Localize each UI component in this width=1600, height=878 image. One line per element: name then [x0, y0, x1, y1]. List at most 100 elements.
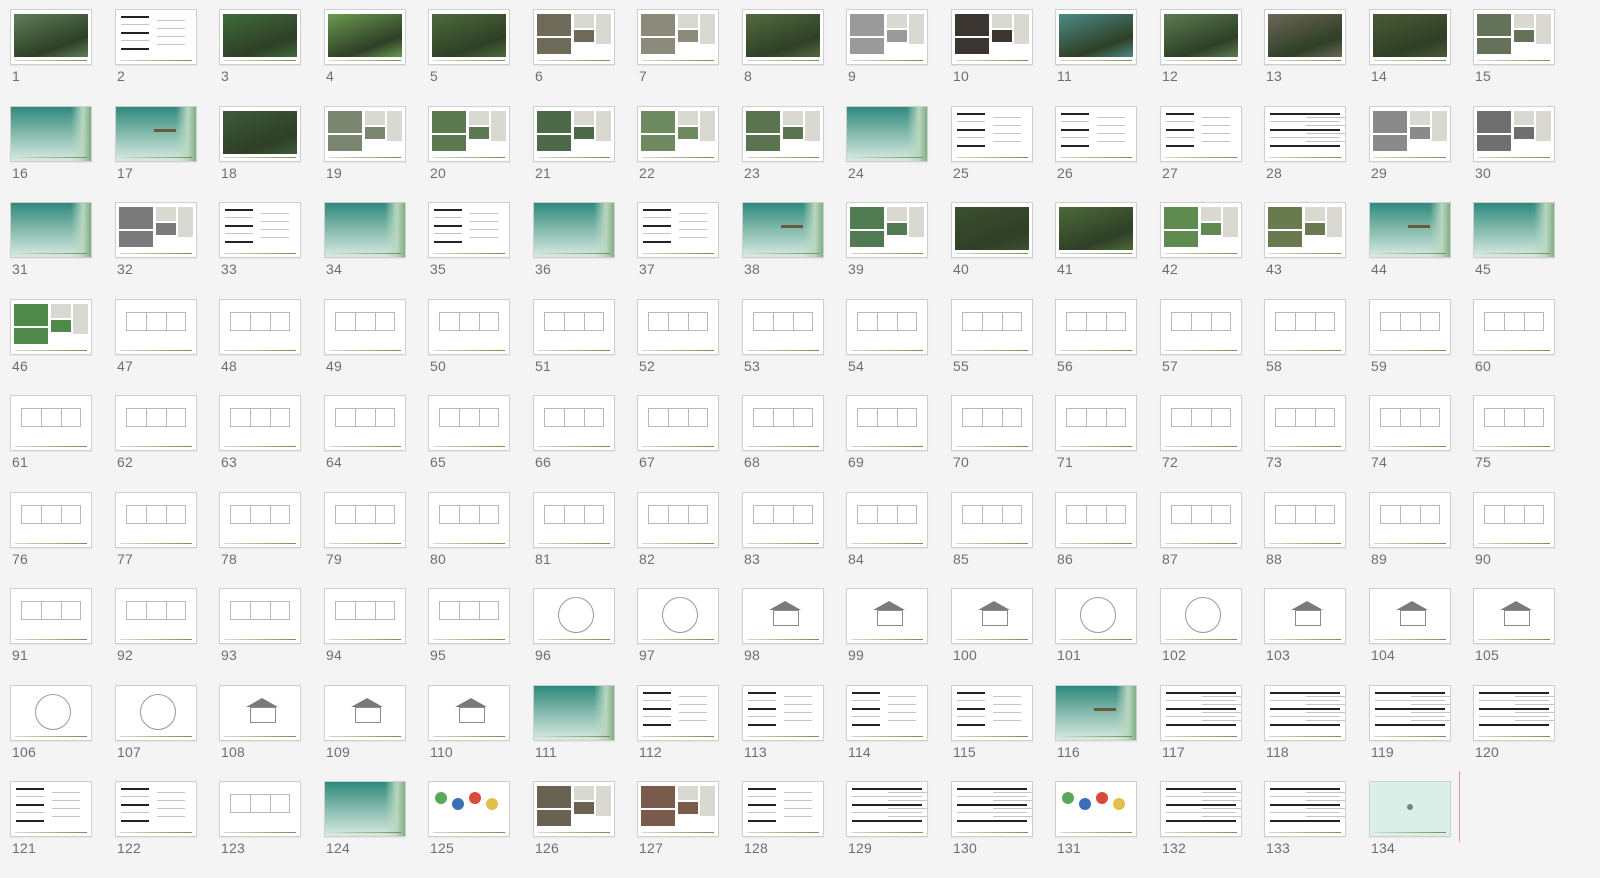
slide-preview[interactable]	[951, 106, 1033, 162]
slide-preview[interactable]	[1160, 588, 1242, 644]
slide-thumbnail[interactable]: 45	[1473, 202, 1555, 277]
slide-preview[interactable]	[1055, 202, 1137, 258]
slide-preview[interactable]	[115, 781, 197, 837]
slide-preview[interactable]	[637, 588, 719, 644]
slide-preview[interactable]	[742, 781, 824, 837]
slide-preview[interactable]	[10, 395, 92, 451]
slide-thumbnail[interactable]: 100	[951, 588, 1033, 663]
slide-preview[interactable]	[846, 492, 928, 548]
slide-preview[interactable]	[742, 588, 824, 644]
slide-thumbnail[interactable]: 1	[10, 9, 92, 84]
slide-thumbnail[interactable]: 8	[742, 9, 824, 84]
slide-thumbnail[interactable]: 11	[1055, 9, 1137, 84]
slide-thumbnail[interactable]: 118	[1264, 685, 1346, 760]
slide-thumbnail[interactable]: 104	[1369, 588, 1451, 663]
slide-preview[interactable]	[428, 299, 510, 355]
slide-preview[interactable]	[115, 106, 197, 162]
slide-thumbnail[interactable]: 6	[533, 9, 615, 84]
slide-preview[interactable]	[637, 299, 719, 355]
slide-preview[interactable]	[1473, 106, 1555, 162]
slide-preview[interactable]	[846, 299, 928, 355]
slide-thumbnail[interactable]: 52	[637, 299, 719, 374]
slide-thumbnail[interactable]: 4	[324, 9, 406, 84]
slide-preview[interactable]	[846, 588, 928, 644]
slide-thumbnail[interactable]: 102	[1160, 588, 1242, 663]
slide-thumbnail[interactable]: 126	[533, 781, 615, 856]
slide-preview[interactable]	[324, 299, 406, 355]
slide-thumbnail[interactable]: 2	[115, 9, 197, 84]
slide-preview[interactable]	[1264, 781, 1346, 837]
slide-thumbnail[interactable]: 47	[115, 299, 197, 374]
slide-preview[interactable]	[1369, 395, 1451, 451]
slide-thumbnail[interactable]: 54	[846, 299, 928, 374]
slide-thumbnail[interactable]: 20	[428, 106, 510, 181]
slide-thumbnail[interactable]: 32	[115, 202, 197, 277]
slide-thumbnail[interactable]: 39	[846, 202, 928, 277]
slide-thumbnail[interactable]: 37	[637, 202, 719, 277]
slide-preview[interactable]	[10, 9, 92, 65]
slide-thumbnail[interactable]: 86	[1055, 492, 1137, 567]
slide-preview[interactable]	[1264, 588, 1346, 644]
slide-preview[interactable]	[1369, 299, 1451, 355]
slide-thumbnail[interactable]: 38	[742, 202, 824, 277]
slide-preview[interactable]	[1160, 492, 1242, 548]
slide-thumbnail[interactable]: 13	[1264, 9, 1346, 84]
slide-thumbnail[interactable]: 40	[951, 202, 1033, 277]
slide-preview[interactable]	[637, 781, 719, 837]
slide-thumbnail[interactable]: 95	[428, 588, 510, 663]
slide-preview[interactable]	[219, 202, 301, 258]
slide-thumbnail[interactable]: 101	[1055, 588, 1137, 663]
slide-thumbnail[interactable]: 3	[219, 9, 301, 84]
slide-thumbnail[interactable]: 7	[637, 9, 719, 84]
slide-thumbnail[interactable]: 60	[1473, 299, 1555, 374]
slide-preview[interactable]	[637, 9, 719, 65]
slide-thumbnail[interactable]: 84	[846, 492, 928, 567]
slide-preview[interactable]	[1369, 588, 1451, 644]
slide-thumbnail[interactable]: 48	[219, 299, 301, 374]
slide-thumbnail[interactable]: 114	[846, 685, 928, 760]
slide-preview[interactable]	[219, 492, 301, 548]
slide-preview[interactable]	[219, 395, 301, 451]
slide-preview[interactable]	[115, 492, 197, 548]
slide-preview[interactable]	[637, 685, 719, 741]
slide-thumbnail[interactable]: 53	[742, 299, 824, 374]
slide-preview[interactable]	[951, 685, 1033, 741]
slide-thumbnail[interactable]: 70	[951, 395, 1033, 470]
slide-thumbnail[interactable]: 92	[115, 588, 197, 663]
slide-preview[interactable]	[219, 781, 301, 837]
slide-thumbnail[interactable]: 123	[219, 781, 301, 856]
slide-preview[interactable]	[1264, 202, 1346, 258]
slide-preview[interactable]	[742, 9, 824, 65]
slide-preview[interactable]	[951, 202, 1033, 258]
slide-preview[interactable]	[428, 202, 510, 258]
slide-preview[interactable]	[1369, 492, 1451, 548]
slide-preview[interactable]	[324, 202, 406, 258]
slide-thumbnail[interactable]: 35	[428, 202, 510, 277]
slide-preview[interactable]	[533, 299, 615, 355]
slide-preview[interactable]	[219, 685, 301, 741]
slide-thumbnail[interactable]: 117	[1160, 685, 1242, 760]
slide-thumbnail[interactable]: 25	[951, 106, 1033, 181]
slide-preview[interactable]	[1055, 492, 1137, 548]
slide-thumbnail[interactable]: 129	[846, 781, 928, 856]
slide-thumbnail[interactable]: 28	[1264, 106, 1346, 181]
slide-thumbnail[interactable]: 115	[951, 685, 1033, 760]
slide-thumbnail[interactable]: 14	[1369, 9, 1451, 84]
slide-preview[interactable]	[324, 492, 406, 548]
slide-preview[interactable]	[637, 395, 719, 451]
slide-thumbnail[interactable]: 50	[428, 299, 510, 374]
slide-thumbnail[interactable]: 75	[1473, 395, 1555, 470]
slide-thumbnail[interactable]: 91	[10, 588, 92, 663]
slide-thumbnail[interactable]: 76	[10, 492, 92, 567]
slide-thumbnail[interactable]: 64	[324, 395, 406, 470]
slide-thumbnail[interactable]: 55	[951, 299, 1033, 374]
slide-thumbnail[interactable]: 107	[115, 685, 197, 760]
slide-preview[interactable]	[1055, 9, 1137, 65]
slide-preview[interactable]	[1369, 106, 1451, 162]
slide-thumbnail[interactable]: 17	[115, 106, 197, 181]
slide-preview[interactable]	[1264, 395, 1346, 451]
slide-preview[interactable]	[428, 9, 510, 65]
slide-thumbnail[interactable]: 74	[1369, 395, 1451, 470]
slide-thumbnail[interactable]: 58	[1264, 299, 1346, 374]
slide-preview[interactable]	[742, 106, 824, 162]
